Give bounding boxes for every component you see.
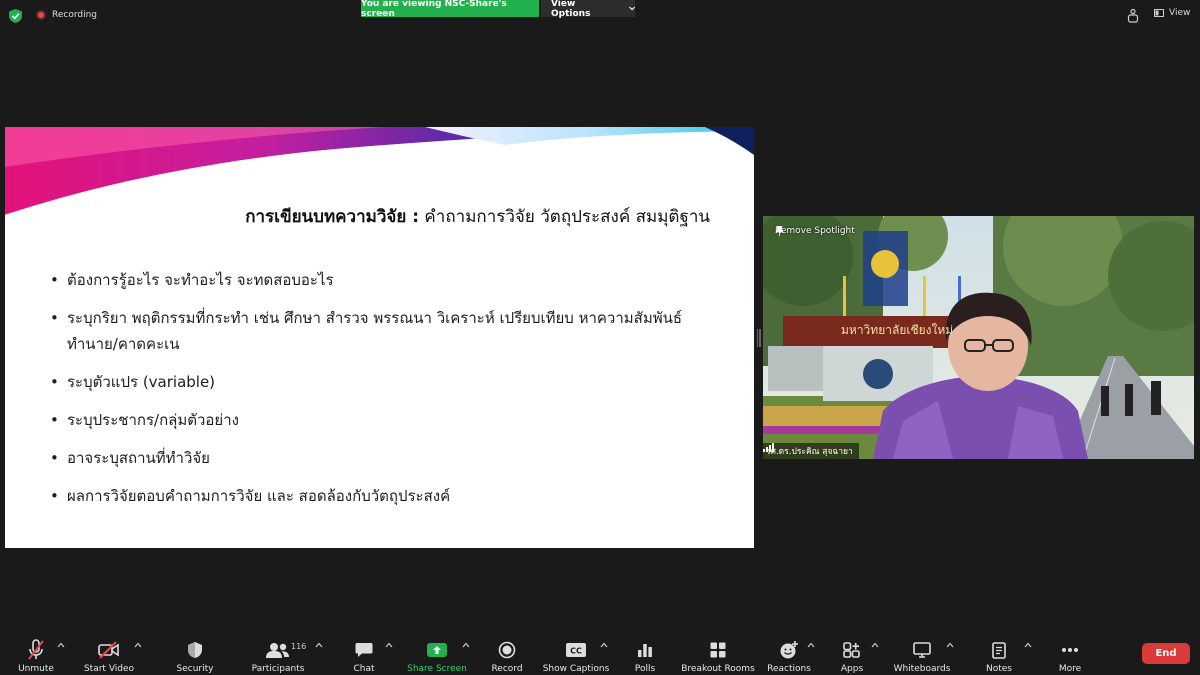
bullet-text: ต้องการรู้อะไร จะทำอะไร จะทดสอบอะไร (67, 271, 334, 289)
apps-icon (843, 636, 861, 664)
record-button[interactable]: Record (490, 636, 524, 674)
unmute-caret-icon[interactable] (57, 642, 65, 648)
slide-title: การเขียนบทความวิจัย : คำถามการวิจัย วัตถ… (5, 203, 710, 230)
start-video-button[interactable]: Start Video (82, 636, 136, 674)
end-meeting-button[interactable]: End (1142, 643, 1190, 664)
recording-indicator[interactable]: Recording (36, 10, 97, 20)
view-options-label: View Options (551, 0, 591, 19)
bullet-text-continued: ทำนาย/คาดคะเน (67, 335, 180, 353)
list-item: ระบุกริยา พฤติกรรมที่กระทำ เช่น ศึกษา สำ… (50, 305, 730, 357)
security-shield-icon[interactable] (9, 9, 22, 23)
video-off-icon (98, 636, 120, 664)
bullet-text: อาจระบุสถานที่ทำวิจัย (67, 449, 210, 467)
bullet-text: ระบุกริยา พฤติกรรมที่กระทำ เช่น ศึกษา สำ… (67, 309, 682, 327)
chat-label: Chat (353, 664, 375, 674)
polls-bar-chart-icon (637, 636, 653, 664)
view-grid-icon (1154, 9, 1164, 17)
speaker-video-tile[interactable]: มหาวิทยาลัยเชียงใหม่ Remove Spotlight รศ… (763, 216, 1194, 459)
remove-spotlight-button[interactable]: Remove Spotlight (775, 226, 855, 236)
reactions-button[interactable]: Reactions (766, 636, 812, 674)
breakout-rooms-grid-icon (710, 636, 726, 664)
slide-bullet-list: ต้องการรู้อะไร จะทำอะไร จะทดสอบอะไร ระบุ… (50, 267, 730, 521)
notes-label: Notes (986, 664, 1012, 674)
breakout-rooms-label: Breakout Rooms (681, 664, 755, 674)
more-dots-icon (1061, 636, 1079, 664)
whiteboard-icon (913, 636, 931, 664)
recording-dot-icon (36, 10, 46, 20)
captions-cc-icon: CC (565, 636, 587, 664)
remove-spotlight-label: Remove Spotlight (775, 226, 855, 236)
chat-caret-icon[interactable] (385, 642, 393, 648)
accessibility-icon[interactable] (1127, 9, 1139, 23)
chat-button[interactable]: Chat (348, 636, 380, 674)
apps-button[interactable]: Apps (836, 636, 868, 674)
record-icon (498, 636, 516, 664)
show-captions-label: Show Captions (542, 664, 610, 674)
shared-screen-slide: การเขียนบทความวิจัย : คำถามการวิจัย วัตถ… (5, 127, 754, 548)
apps-caret-icon[interactable] (871, 642, 879, 648)
viewing-share-banner: You are viewing NSC-Share's screen (361, 0, 539, 19)
notes-caret-icon[interactable] (1024, 642, 1032, 648)
participants-icon (266, 636, 290, 664)
unmute-button[interactable]: Unmute (14, 636, 58, 674)
more-label: More (1058, 664, 1082, 674)
security-shield-icon (187, 636, 203, 664)
record-label: Record (491, 664, 523, 674)
signal-bars-icon (763, 443, 774, 452)
list-item: ระบุประชากร/กลุ่มตัวอย่าง (50, 407, 730, 433)
captions-caret-icon[interactable] (600, 642, 608, 648)
slide-title-rest: คำถามการวิจัย วัตถุประสงค์ สมมุติฐาน (419, 207, 710, 227)
reactions-label: Reactions (767, 664, 811, 674)
share-screen-label: Share Screen (407, 664, 467, 674)
notes-button[interactable]: Notes (982, 636, 1016, 674)
whiteboards-button[interactable]: Whiteboards (892, 636, 952, 674)
participant-name: รศ.ดร.ประคิณ สุจฉายา (766, 447, 853, 457)
participant-name-bar: รศ.ดร.ประคิณ สุจฉายา (763, 443, 859, 459)
view-options-button[interactable]: View Options (541, 0, 635, 19)
participants-count: 116 (291, 642, 307, 651)
splitter-handle[interactable] (757, 329, 762, 347)
list-item: ต้องการรู้อะไร จะทำอะไร จะทดสอบอะไร (50, 267, 730, 293)
security-button[interactable]: Security (174, 636, 216, 674)
whiteboards-caret-icon[interactable] (946, 642, 954, 648)
list-item: ผลการวิจัยตอบคำถามการวิจัย และ สอดล้องกั… (50, 483, 730, 509)
pin-icon (775, 226, 784, 236)
unmute-label: Unmute (18, 664, 54, 674)
breakout-rooms-button[interactable]: Breakout Rooms (680, 636, 756, 674)
video-caret-icon[interactable] (134, 642, 142, 648)
more-button[interactable]: More (1054, 636, 1086, 674)
start-video-label: Start Video (83, 664, 135, 674)
polls-label: Polls (634, 664, 656, 674)
share-caret-icon[interactable] (462, 642, 470, 648)
share-screen-button[interactable]: Share Screen (407, 636, 467, 674)
smiley-plus-icon (779, 636, 799, 664)
polls-button[interactable]: Polls (630, 636, 660, 674)
top-bar: Recording You are viewing NSC-Share's sc… (0, 0, 1200, 32)
bullet-text: ผลการวิจัยตอบคำถามการวิจัย และ สอดล้องกั… (67, 487, 451, 505)
speaker-video-feed: มหาวิทยาลัยเชียงใหม่ (763, 216, 1194, 459)
list-item: อาจระบุสถานที่ทำวิจัย (50, 445, 730, 471)
apps-label: Apps (840, 664, 864, 674)
slide-title-bold: การเขียนบทความวิจัย : (245, 207, 420, 227)
share-screen-icon (427, 636, 447, 664)
cc-glyph: CC (570, 647, 582, 656)
bullet-text: ระบุตัวแปร (variable) (67, 373, 216, 391)
participants-caret-icon[interactable] (315, 642, 323, 648)
notes-icon (992, 636, 1006, 664)
reactions-caret-icon[interactable] (807, 642, 815, 648)
list-item: ระบุตัวแปร (variable) (50, 369, 730, 395)
chat-bubble-icon (355, 636, 373, 664)
view-label: View (1169, 8, 1191, 18)
recording-label: Recording (52, 10, 98, 20)
chevron-down-icon (628, 6, 635, 11)
security-label: Security (176, 664, 214, 674)
whiteboards-label: Whiteboards (893, 664, 951, 674)
campus-sign-text: มหาวิทยาลัยเชียงใหม่ (841, 323, 953, 337)
muted-mic-icon (27, 636, 45, 664)
participants-label: Participants (251, 664, 305, 674)
bullet-text: ระบุประชากร/กลุ่มตัวอย่าง (67, 411, 239, 429)
view-menu-button[interactable]: View (1154, 8, 1190, 18)
